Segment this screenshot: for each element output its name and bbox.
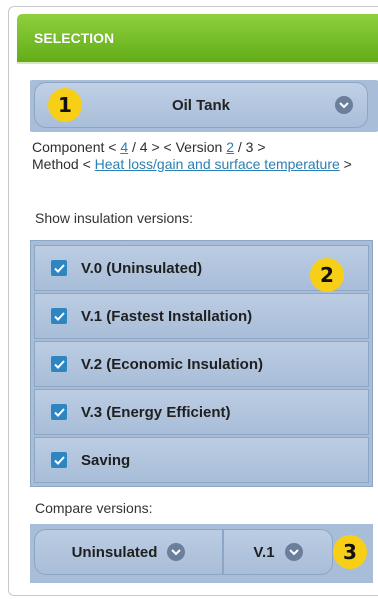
chevron-down-icon	[167, 543, 186, 561]
compare-right-select[interactable]: V.1	[223, 529, 333, 575]
header-divider	[17, 62, 378, 64]
callout-badge-1: 1	[48, 88, 82, 122]
checkbox-checked-icon[interactable]	[51, 260, 67, 276]
version-row-v3[interactable]: V.3 (Energy Efficient)	[34, 389, 369, 435]
version-label: V.2 (Economic Insulation)	[81, 355, 263, 373]
component-link[interactable]: 4	[120, 139, 128, 155]
navigation-info: Component < 4 / 4 > < Version 2 / 3 > Me…	[32, 139, 352, 172]
chevron-down-icon	[284, 543, 303, 561]
version-label: V.1 (Fastest Installation)	[81, 307, 253, 325]
panel-header: SELECTION	[17, 14, 378, 62]
version-link[interactable]: 2	[226, 139, 234, 155]
checkbox-checked-icon[interactable]	[51, 356, 67, 372]
component-select-value: Oil Tank	[171, 96, 231, 114]
compare-left-select[interactable]: Uninsulated	[34, 529, 223, 575]
callout-badge-3: 3	[333, 535, 367, 569]
version-label: V.3 (Energy Efficient)	[81, 403, 231, 421]
panel-title: SELECTION	[34, 30, 115, 46]
checkbox-checked-icon[interactable]	[51, 308, 67, 324]
checkbox-checked-icon[interactable]	[51, 452, 67, 468]
checkbox-checked-icon[interactable]	[51, 404, 67, 420]
callout-badge-2: 2	[310, 258, 344, 292]
method-link[interactable]: Heat loss/gain and surface temperature	[95, 156, 340, 172]
compare-left-value: Uninsulated	[71, 543, 158, 561]
version-row-v2[interactable]: V.2 (Economic Insulation)	[34, 341, 369, 387]
chevron-down-icon	[335, 96, 353, 114]
version-label: V.0 (Uninsulated)	[81, 259, 203, 277]
show-versions-label: Show insulation versions:	[35, 210, 193, 226]
compare-versions-label: Compare versions:	[35, 500, 153, 516]
component-select[interactable]: Oil Tank	[34, 82, 368, 128]
compare-right-value: V.1	[253, 543, 275, 561]
version-row-saving[interactable]: Saving	[34, 437, 369, 483]
version-row-v1[interactable]: V.1 (Fastest Installation)	[34, 293, 369, 339]
version-label: Saving	[81, 451, 131, 469]
